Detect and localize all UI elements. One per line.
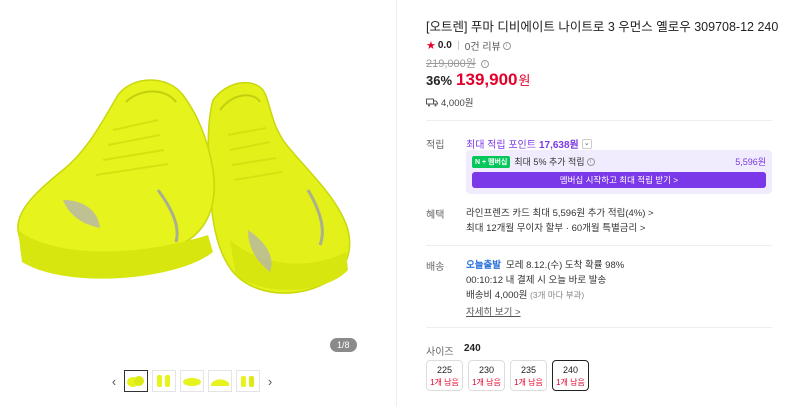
delivery-info: 오늘출발 모레 8.12.(수) 도착 확률 98% 00:10:12 내 결제 …	[466, 258, 624, 303]
size-number: 240	[562, 365, 579, 375]
size-stock: 1개 남음	[430, 378, 459, 387]
info-icon[interactable]: i	[502, 41, 511, 50]
star-icon: ★	[426, 40, 436, 52]
membership-extra-text: 최대 5% 추가 적립	[514, 157, 585, 167]
max-points-value: 17,638원	[538, 140, 579, 151]
points-row: 최대 적립 포인트 17,638원 ⌄	[466, 136, 592, 151]
thumbnail-2[interactable]	[152, 370, 176, 392]
size-stock: 1개 남음	[556, 378, 585, 387]
shipping-fee-row: 4,000원	[426, 95, 474, 109]
size-options: 225 1개 남음 230 1개 남음 235 1개 남음 240 1개 남음	[426, 360, 589, 391]
sale-price-unit: 원	[518, 73, 531, 88]
shoe-thumb-icon	[211, 379, 229, 386]
size-option-235[interactable]: 235 1개 남음	[510, 360, 547, 391]
original-price-row: 219,000원 i	[426, 55, 489, 71]
membership-row: N + 멤버십 최대 5% 추가 적립 i 5,596원	[472, 155, 766, 168]
delivery-label: 배송	[426, 262, 445, 273]
benefits-label: 혜택	[426, 210, 445, 221]
size-number: 225	[436, 365, 453, 375]
size-number: 235	[520, 365, 537, 375]
shoe-thumb-icon	[157, 375, 170, 387]
size-option-225[interactable]: 225 1개 남음	[426, 360, 463, 391]
delivery-fee-row: 배송비 4,000원 (3개 마다 부과)	[466, 288, 624, 303]
size-stock: 1개 남음	[514, 378, 543, 387]
membership-badge: N + 멤버십	[472, 155, 511, 168]
shoe-thumb-icon	[183, 378, 201, 386]
points-label: 적립	[426, 140, 445, 151]
shoe-thumb-icon	[241, 376, 254, 387]
size-option-240[interactable]: 240 1개 남음	[552, 360, 589, 391]
max-points-label: 최대 적립 포인트	[466, 140, 536, 151]
size-label: 사이즈	[426, 347, 454, 358]
chevron-left-icon[interactable]: ‹	[108, 371, 120, 391]
shoe-right	[207, 81, 351, 294]
divider	[426, 245, 772, 246]
today-dispatch-badge: 오늘출발	[466, 260, 501, 271]
review-count[interactable]: 0건 리뷰	[465, 38, 501, 53]
thumbnail-1[interactable]	[124, 370, 148, 392]
membership-badge-n: N	[475, 158, 481, 166]
chevron-down-icon[interactable]: ⌄	[581, 138, 592, 149]
shoe-thumb-icon	[127, 376, 144, 387]
divider	[426, 120, 772, 121]
delivery-fee: 배송비 4,000원	[466, 290, 528, 301]
sale-price: 139,900	[456, 70, 518, 89]
shoe-left	[17, 79, 215, 279]
membership-start-button[interactable]: 멤버십 시작하고 최대 적립 받기 >	[472, 172, 766, 188]
chevron-right-icon[interactable]: ›	[264, 371, 276, 391]
benefit-card-points[interactable]: 라인프렌즈 카드 최대 5,596원 추가 적립(4%) >	[466, 206, 654, 221]
divider	[396, 0, 397, 406]
benefit-installment[interactable]: 최대 12개월 무이자 할부 · 60개월 특별금리 >	[466, 221, 654, 236]
membership-badge-text: 멤버십	[488, 158, 508, 166]
selected-size: 240	[464, 343, 481, 354]
delivery-cutoff: 00:10:12 내 결제 시 오늘 바로 발송	[466, 275, 607, 286]
delivery-more-link[interactable]: 자세히 보기 >	[466, 304, 521, 318]
sale-price-row: 36% 139,900 원	[426, 70, 530, 90]
thumbnail-strip: ‹ ›	[108, 370, 276, 392]
truck-icon	[426, 98, 438, 106]
product-main-image[interactable]	[8, 40, 378, 330]
size-option-230[interactable]: 230 1개 남음	[468, 360, 505, 391]
thumbnail-5[interactable]	[236, 370, 260, 392]
size-stock: 1개 남음	[472, 378, 501, 387]
size-number: 230	[478, 365, 495, 375]
delivery-eta-row: 오늘출발 모레 8.12.(수) 도착 확률 98%	[466, 258, 624, 273]
discount-rate: 36%	[426, 73, 453, 88]
product-title: [오트렌] 푸마 디비에이트 나이트로 3 우먼스 옐로우 309708-12 …	[426, 20, 779, 34]
membership-extra-value: 5,596원	[735, 157, 766, 167]
membership-box: N + 멤버십 최대 5% 추가 적립 i 5,596원 멤버십 시작하고 최대…	[466, 150, 772, 194]
rating-value: 0.0	[437, 40, 452, 51]
delivery-eta: 모레 8.12.(수) 도착 확률 98%	[505, 260, 625, 271]
image-gallery: 1/8 ‹ ›	[0, 0, 395, 406]
rating-row: ★ 0.0 0건 리뷰 i	[426, 38, 511, 53]
thumbnail-4[interactable]	[208, 370, 232, 392]
divider	[426, 327, 772, 328]
shipping-fee: 4,000원	[441, 98, 474, 109]
benefits-list: 라인프렌즈 카드 최대 5,596원 추가 적립(4%) > 최대 12개월 무…	[466, 206, 654, 236]
info-icon[interactable]: i	[586, 157, 595, 166]
original-price: 219,000원	[426, 58, 476, 70]
divider	[457, 41, 459, 50]
thumbnail-3[interactable]	[180, 370, 204, 392]
image-counter: 1/8	[330, 338, 357, 352]
info-icon[interactable]: i	[480, 60, 489, 69]
delivery-fee-note: (3개 마다 부과)	[530, 290, 585, 300]
